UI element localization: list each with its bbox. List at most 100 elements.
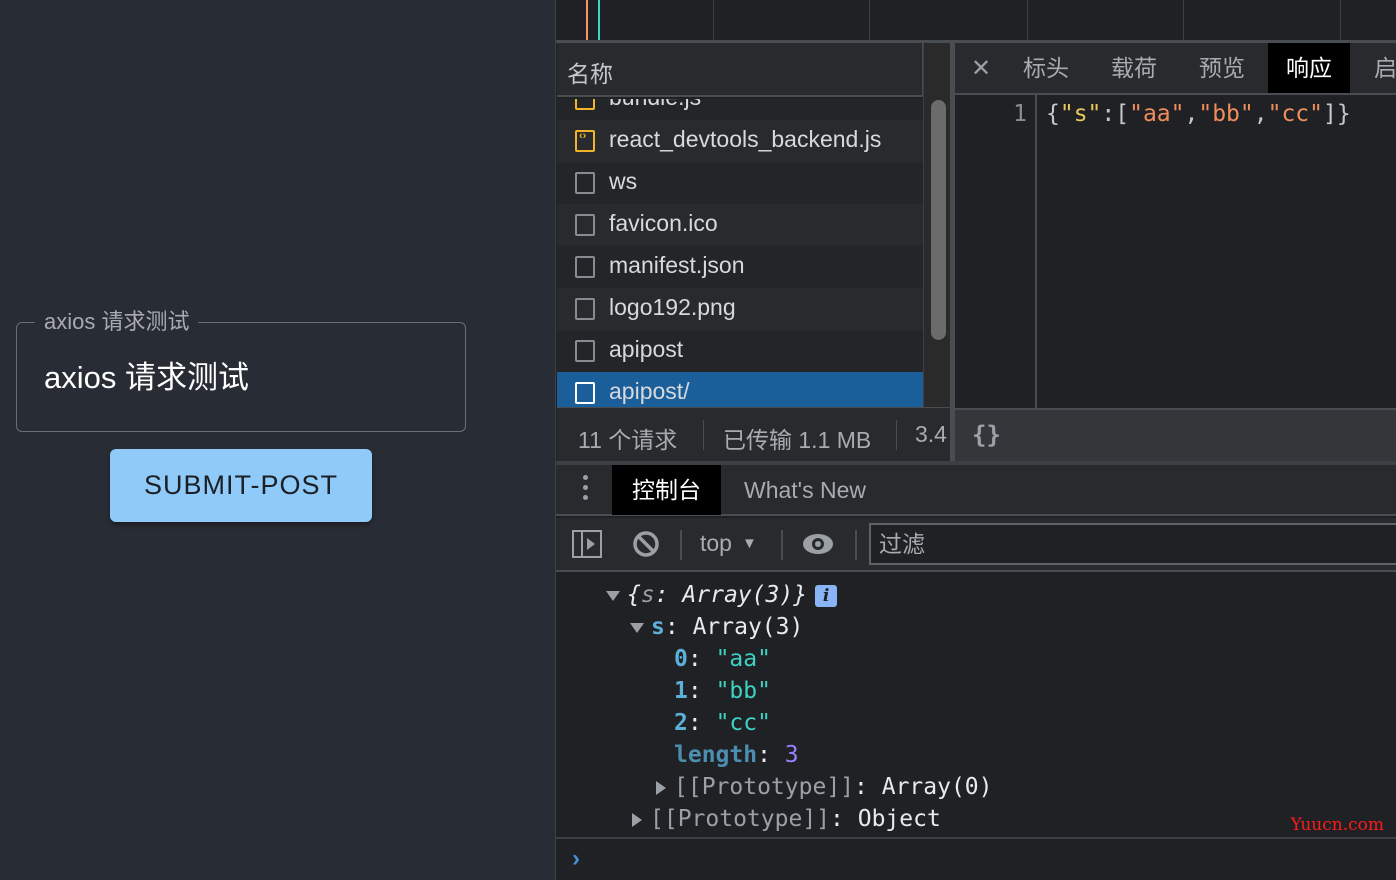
toolbar-divider bbox=[680, 530, 682, 560]
json-punctuation: , bbox=[1185, 101, 1199, 127]
scrollbar-thumb[interactable] bbox=[931, 100, 946, 340]
json-key: "s" bbox=[1060, 101, 1102, 127]
json-punctuation: ]} bbox=[1323, 101, 1351, 127]
more-options-icon[interactable] bbox=[582, 475, 590, 505]
tab-label: 启 bbox=[1374, 55, 1396, 81]
request-name: apipost bbox=[609, 336, 683, 363]
array-item-row: 2: "cc" bbox=[674, 710, 771, 736]
expand-triangle-icon[interactable] bbox=[606, 591, 620, 601]
pretty-print-button[interactable]: {} bbox=[972, 421, 1001, 449]
request-row[interactable]: favicon.ico bbox=[557, 204, 923, 246]
response-footer: {} bbox=[955, 408, 1396, 461]
drawer-tab-bar: 控制台 What's New bbox=[556, 465, 1396, 516]
request-detail-panel: ✕ 标头 载荷 预览 响应 启 1 {"s":["aa","bb","cc"]}… bbox=[955, 43, 1396, 461]
name-column-header-label: 名称 bbox=[567, 55, 613, 89]
request-rows: bundle.js react_devtools_backend.jsws favi… bbox=[557, 99, 923, 407]
json-string: "bb" bbox=[1198, 101, 1253, 127]
transferred-size: 已传输 1.1 MB bbox=[723, 421, 871, 455]
request-row[interactable]: logo192.png bbox=[557, 288, 923, 330]
clear-console-icon[interactable] bbox=[632, 530, 660, 563]
request-row[interactable]: manifest.json bbox=[557, 246, 923, 288]
status-divider bbox=[703, 420, 704, 450]
console-prompt[interactable]: › bbox=[556, 837, 1396, 880]
object-prototype-row[interactable]: [[Prototype]]: Object bbox=[632, 806, 941, 832]
array-property-row[interactable]: s: Array(3) bbox=[630, 614, 803, 640]
console-filter-input[interactable] bbox=[869, 523, 1396, 565]
submit-post-button[interactable]: SUBMIT-POST bbox=[110, 449, 372, 522]
resources-size: 3.4 bbox=[915, 421, 947, 448]
text-field-label: axios 请求测试 bbox=[35, 309, 198, 335]
tab-label: 控制台 bbox=[632, 477, 701, 503]
json-punctuation: { bbox=[1046, 101, 1060, 127]
tab-headers[interactable]: 标头 bbox=[1005, 43, 1087, 93]
line-number-gutter: 1 bbox=[955, 95, 1037, 408]
array-index: 0 bbox=[674, 646, 688, 672]
request-list-scrollbar[interactable] bbox=[923, 43, 952, 407]
request-name: react_devtools_backend.js bbox=[609, 126, 881, 153]
detail-tab-bar: ✕ 标头 载荷 预览 响应 启 bbox=[955, 43, 1396, 95]
property-key: length bbox=[674, 742, 757, 768]
property-key: [[Prototype]] bbox=[650, 806, 830, 832]
file-icon bbox=[575, 256, 595, 278]
json-string: "cc" bbox=[1268, 101, 1323, 127]
file-icon bbox=[575, 340, 595, 362]
close-icon[interactable]: ✕ bbox=[971, 54, 991, 83]
response-body[interactable]: 1 {"s":["aa","bb","cc"]} bbox=[955, 95, 1396, 408]
property-value: Array(0) bbox=[882, 774, 993, 800]
request-name: favicon.ico bbox=[609, 210, 718, 237]
status-divider bbox=[896, 420, 897, 450]
length-property-row: length: 3 bbox=[674, 742, 799, 768]
file-icon bbox=[575, 214, 595, 236]
info-icon[interactable]: i bbox=[815, 585, 837, 607]
property-value: Object bbox=[858, 806, 941, 832]
prompt-chevron-icon: › bbox=[572, 845, 580, 873]
text-field[interactable]: axios 请求测试 bbox=[16, 322, 466, 432]
file-icon bbox=[575, 172, 595, 194]
console-output: {s: Array(3)}i s: Array(3) 0: "aa"1: "bb… bbox=[556, 574, 1396, 837]
request-row[interactable]: ws bbox=[557, 162, 923, 204]
timeline-gridline bbox=[1027, 0, 1028, 40]
array-prototype-row[interactable]: [[Prototype]]: Array(0) bbox=[656, 774, 993, 800]
timeline-dcl-marker bbox=[586, 0, 588, 40]
name-column-header[interactable]: 名称 bbox=[557, 43, 923, 97]
array-item-row: 1: "bb" bbox=[674, 678, 771, 704]
request-row[interactable]: apipost/ bbox=[557, 372, 923, 407]
tab-initiator[interactable]: 启 bbox=[1356, 43, 1396, 93]
array-index: 1 bbox=[674, 678, 688, 704]
request-name: logo192.png bbox=[609, 294, 736, 321]
text-field-input[interactable] bbox=[44, 359, 444, 397]
tab-label: 响应 bbox=[1286, 55, 1332, 81]
request-row[interactable]: react_devtools_backend.js bbox=[557, 120, 923, 162]
collapse-triangle-icon[interactable] bbox=[632, 813, 642, 827]
live-expression-eye-icon[interactable] bbox=[802, 531, 834, 562]
sidebar-toggle-icon[interactable] bbox=[572, 530, 602, 563]
toolbar-divider bbox=[781, 530, 783, 560]
tab-whats-new[interactable]: What's New bbox=[724, 465, 886, 515]
json-string: "aa" bbox=[1129, 101, 1184, 127]
property-value: Array(3) bbox=[693, 614, 804, 640]
request-name: ws bbox=[609, 168, 637, 195]
tab-preview[interactable]: 预览 bbox=[1181, 43, 1263, 93]
network-timeline-overview[interactable] bbox=[556, 0, 1396, 40]
network-status-bar: 11 个请求 已传输 1.1 MB 3.4 bbox=[557, 407, 952, 461]
property-value: 3 bbox=[785, 742, 799, 768]
tab-payload[interactable]: 载荷 bbox=[1093, 43, 1175, 93]
app-panel: axios 请求测试 SUBMIT-POST bbox=[0, 0, 555, 880]
script-file-icon bbox=[575, 99, 595, 110]
json-punctuation: :[ bbox=[1101, 101, 1129, 127]
tab-label: 标头 bbox=[1023, 55, 1069, 81]
property-key: [[Prototype]] bbox=[674, 774, 854, 800]
timeline-gridline bbox=[713, 0, 714, 40]
request-row[interactable]: apipost bbox=[557, 330, 923, 372]
context-selector[interactable]: top▼ bbox=[700, 530, 757, 557]
request-row[interactable]: bundle.js bbox=[557, 99, 923, 120]
tab-console[interactable]: 控制台 bbox=[612, 465, 721, 515]
tab-response[interactable]: 响应 bbox=[1268, 43, 1350, 93]
tab-label: What's New bbox=[744, 477, 866, 503]
request-name: bundle.js bbox=[609, 99, 701, 111]
collapse-triangle-icon[interactable] bbox=[656, 781, 666, 795]
timeline-gridline bbox=[1183, 0, 1184, 40]
timeline-load-marker bbox=[598, 0, 600, 40]
expand-triangle-icon[interactable] bbox=[630, 623, 644, 633]
console-object-summary[interactable]: {s: Array(3)}i bbox=[606, 582, 837, 608]
